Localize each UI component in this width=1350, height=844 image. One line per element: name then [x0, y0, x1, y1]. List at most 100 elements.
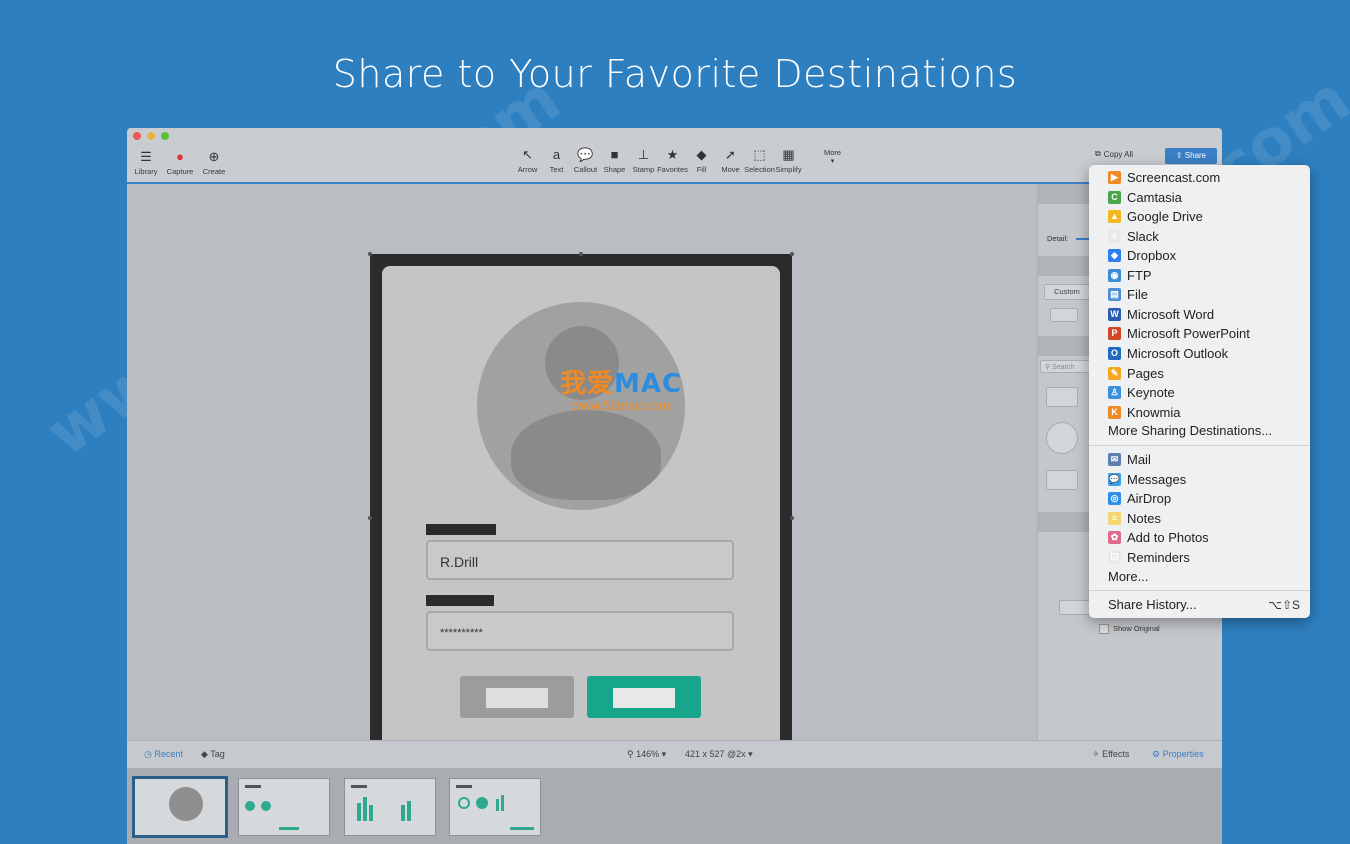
shape-rectangle[interactable]	[1046, 387, 1078, 407]
share-button[interactable]: ⇪ Share	[1165, 148, 1217, 164]
menu-item-label: FTP	[1127, 267, 1152, 283]
resize-handle[interactable]	[579, 252, 583, 256]
move-icon: ➚	[725, 147, 736, 162]
fill-icon: ◆	[696, 147, 707, 162]
detail-slider[interactable]	[1076, 238, 1090, 240]
login-mockup-image[interactable]: R.Drill **********	[368, 252, 794, 784]
tool-fill[interactable]: ◆ Fill	[687, 146, 716, 174]
color-picker[interactable]	[1050, 308, 1078, 322]
menu-item-slack[interactable]: # Slack	[1089, 227, 1310, 246]
tag-tab[interactable]: ◆ Tag	[201, 749, 225, 760]
properties-label: Properties	[1162, 749, 1204, 759]
tool-shape[interactable]: ■ Shape	[600, 146, 629, 174]
menu-item-label: Microsoft Word	[1127, 306, 1215, 322]
menu-item-label: Slack	[1127, 228, 1159, 244]
menu-item-notes[interactable]: ≡ Notes	[1089, 509, 1310, 528]
tool-label: Move	[721, 165, 740, 174]
tool-simplify[interactable]: ▦ Simplify	[774, 146, 803, 174]
menu-item-airdrop[interactable]: ◎ AirDrop	[1089, 489, 1310, 508]
tool-arrow[interactable]: ↖ Arrow	[513, 146, 542, 174]
menu-item-microsoft-word[interactable]: W Microsoft Word	[1089, 305, 1310, 324]
resize-handle[interactable]	[790, 516, 794, 520]
menu-item-label: Microsoft PowerPoint	[1127, 326, 1250, 342]
create-button[interactable]: ⊕ Create	[199, 148, 229, 176]
close-window-button[interactable]	[133, 132, 141, 140]
menu-separator	[1089, 590, 1310, 591]
screencast-icon: ▶	[1108, 171, 1121, 184]
tool-text[interactable]: a Text	[542, 146, 571, 174]
menu-item-reminders[interactable]: ☑ Reminders	[1089, 548, 1310, 567]
effects-label: Effects	[1102, 749, 1130, 759]
favorites-icon: ★	[666, 147, 679, 162]
menu-item-share-history[interactable]: Share History... ⌥⇧S	[1089, 595, 1310, 614]
plus-circle-icon: ⊕	[208, 149, 220, 164]
resize-handle[interactable]	[368, 252, 372, 256]
zoom-value: 146% ▾	[636, 749, 667, 759]
menu-item-label: AirDrop	[1127, 491, 1172, 507]
tool-label: Fill	[696, 165, 707, 174]
menu-item-more[interactable]: More...	[1089, 567, 1310, 586]
menu-item-label: Screencast.com	[1127, 170, 1221, 185]
menu-item-microsoft-powerpoint[interactable]: P Microsoft PowerPoint	[1089, 324, 1310, 343]
headline: Share to Your Favorite Destinations	[332, 52, 1018, 96]
dimensions-control[interactable]: 421 x 527 @2x ▾	[685, 749, 753, 760]
copy-all-label: Copy All	[1103, 149, 1134, 159]
photos-icon: ✿	[1108, 531, 1121, 545]
minimize-window-button[interactable]	[147, 132, 155, 140]
menu-item-dropbox[interactable]: ◆ Dropbox	[1089, 246, 1310, 265]
chevron-down-icon: ▾	[830, 158, 835, 165]
powerpoint-icon: P	[1108, 327, 1121, 341]
library-button[interactable]: ☰ Library	[131, 148, 161, 176]
menu-item-add-to-photos[interactable]: ✿ Add to Photos	[1089, 528, 1310, 547]
tool-label: Shape	[603, 165, 626, 174]
resize-handle[interactable]	[790, 252, 794, 256]
zoom-control[interactable]: ⚲ 146% ▾	[627, 749, 666, 760]
menu-item-more-sharing-destinations[interactable]: More Sharing Destinations...	[1089, 421, 1310, 440]
menu-item-knowmia[interactable]: K Knowmia	[1089, 403, 1310, 422]
menu-item-ftp[interactable]: ◉ FTP	[1089, 266, 1310, 285]
effects-button[interactable]: ✧ Effects	[1092, 749, 1129, 760]
capture-thumbnail[interactable]	[132, 776, 228, 838]
more-destinations-label: More Sharing Destinations...	[1108, 423, 1273, 438]
menu-item-camtasia[interactable]: C Camtasia	[1089, 188, 1310, 207]
menu-item-microsoft-outlook[interactable]: O Microsoft Outlook	[1089, 344, 1310, 363]
tool-favorites[interactable]: ★ Favorites	[657, 146, 688, 174]
resize-handle[interactable]	[368, 516, 372, 520]
menu-item-messages[interactable]: 💬 Messages	[1089, 470, 1310, 489]
canvas[interactable]: R.Drill **********	[127, 184, 1037, 784]
recent-tab[interactable]: ◷ Recent	[144, 749, 183, 760]
more-button[interactable]: More ▾	[824, 148, 841, 165]
more-label: More	[824, 148, 842, 157]
menu-item-file[interactable]: ▤ File	[1089, 285, 1310, 304]
custom-style-button[interactable]: Custom	[1044, 284, 1090, 300]
google-drive-icon: ▲	[1108, 210, 1121, 224]
capture-thumbnail[interactable]	[344, 778, 436, 836]
capture-button[interactable]: ● Capture	[165, 148, 195, 176]
menu-item-pages[interactable]: ✎ Pages	[1089, 364, 1310, 383]
copy-all-button[interactable]: ⧉ Copy All	[1095, 149, 1133, 159]
tool-move[interactable]: ➚ Move	[716, 146, 745, 174]
capture-thumbnail[interactable]	[238, 778, 330, 836]
properties-button[interactable]: ⚙ Properties	[1152, 749, 1204, 760]
menu-item-screencast-com[interactable]: ▶ Screencast.com	[1089, 168, 1310, 187]
stamp-icon: ⊥	[637, 147, 650, 162]
show-original-checkbox[interactable]	[1099, 624, 1109, 634]
avatar-body	[511, 410, 661, 500]
zoom-window-button[interactable]	[161, 132, 169, 140]
shape-rounded[interactable]	[1046, 470, 1078, 490]
shape-circle[interactable]	[1046, 422, 1078, 454]
capture-thumbnail[interactable]	[449, 778, 541, 836]
tool-selection[interactable]: ⬚ Selection	[744, 146, 775, 174]
menu-item-google-drive[interactable]: ▲ Google Drive	[1089, 207, 1310, 226]
panel-dropdown[interactable]	[1059, 600, 1091, 615]
tool-stamp[interactable]: ⊥ Stamp	[629, 146, 658, 174]
menu-item-keynote[interactable]: ♙ Keynote	[1089, 383, 1310, 402]
selection-icon: ⬚	[753, 147, 766, 162]
tool-callout[interactable]: 💬 Callout	[571, 146, 600, 174]
menu-item-mail[interactable]: ✉ Mail	[1089, 450, 1310, 469]
tag-label: Tag	[210, 749, 225, 759]
share-label: Share	[1184, 151, 1207, 160]
recent-captures-tray	[127, 768, 1222, 844]
tool-label: Arrow	[517, 165, 538, 174]
menu-item-label: File	[1127, 287, 1148, 303]
